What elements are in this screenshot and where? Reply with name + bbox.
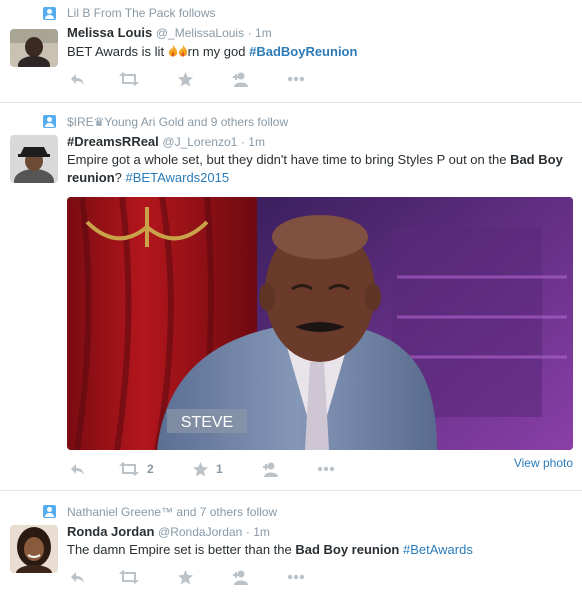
retweet-icon bbox=[119, 462, 139, 476]
star-icon bbox=[178, 569, 193, 584]
follow-context-icon bbox=[43, 505, 56, 518]
favorite-button[interactable]: 1 bbox=[193, 461, 223, 477]
tweet-context: $IRE♛Young Ari Gold and 9 others follow bbox=[67, 115, 289, 129]
user-handle[interactable]: @J_Lorenzo1 bbox=[162, 135, 237, 149]
reply-button[interactable] bbox=[70, 71, 85, 87]
display-name[interactable]: #DreamsRReal bbox=[67, 134, 159, 149]
tweet-text-part: ? bbox=[114, 170, 126, 185]
reply-icon bbox=[71, 571, 84, 583]
follow-button[interactable] bbox=[262, 461, 282, 477]
tweet-text-part: BET Awards is lit bbox=[67, 44, 168, 59]
hashtag-link[interactable]: #BETAwards2015 bbox=[126, 170, 230, 185]
display-name[interactable]: Melissa Louis bbox=[67, 25, 152, 40]
timestamp[interactable]: · 1m bbox=[241, 135, 265, 149]
tweet-context: Nathaniel Greene™ and 7 others follow bbox=[67, 505, 278, 519]
avatar[interactable] bbox=[10, 135, 58, 183]
retweet-icon bbox=[119, 570, 139, 584]
user-handle[interactable]: @RondaJordan bbox=[158, 525, 242, 539]
tweet-text: The damn Empire set is better than the B… bbox=[67, 541, 572, 559]
follow-button[interactable] bbox=[232, 569, 252, 585]
photo-image: STEVE bbox=[67, 197, 573, 450]
retweet-button[interactable] bbox=[119, 71, 139, 87]
more-button[interactable] bbox=[317, 461, 335, 477]
reply-icon bbox=[71, 73, 84, 85]
avatar-image bbox=[10, 525, 58, 573]
follow-icon bbox=[233, 570, 248, 585]
retweet-icon bbox=[119, 72, 139, 86]
tweet-item[interactable]: $IRE♛Young Ari Gold and 9 others follow … bbox=[0, 103, 582, 491]
tweet-text-part: Empire got a whole set, but they didn't … bbox=[67, 152, 511, 167]
follow-icon bbox=[233, 72, 248, 87]
view-photo-link[interactable]: View photo bbox=[514, 456, 573, 470]
more-icon bbox=[287, 574, 305, 580]
favorite-count: 1 bbox=[216, 462, 223, 476]
timestamp[interactable]: · 1m bbox=[248, 26, 272, 40]
retweet-button[interactable]: 2 bbox=[119, 461, 154, 477]
hashtag-link[interactable]: #BadBoyReunion bbox=[249, 44, 357, 59]
tweet-photo[interactable]: STEVE bbox=[67, 197, 573, 450]
tweet-context: Lil B From The Pack follows bbox=[67, 6, 216, 20]
favorite-button[interactable] bbox=[178, 569, 193, 585]
reply-icon bbox=[71, 463, 84, 475]
retweet-count: 2 bbox=[147, 462, 154, 476]
reply-button[interactable] bbox=[70, 569, 85, 585]
tweet-item[interactable]: Lil B From The Pack follows Melissa Loui… bbox=[0, 0, 582, 103]
timestamp[interactable]: · 1m bbox=[246, 525, 270, 539]
reply-button[interactable] bbox=[70, 461, 85, 477]
star-icon bbox=[178, 71, 193, 86]
tweet-text: Empire got a whole set, but they didn't … bbox=[67, 151, 572, 187]
hashtag-link[interactable]: #BetAwards bbox=[403, 542, 473, 557]
favorite-button[interactable] bbox=[178, 71, 193, 87]
more-button[interactable] bbox=[287, 71, 305, 87]
display-name[interactable]: Ronda Jordan bbox=[67, 524, 154, 539]
tweet-actions bbox=[67, 569, 367, 585]
more-button[interactable] bbox=[287, 569, 305, 585]
fire-emoji-icon bbox=[168, 45, 177, 57]
fire-emoji-icon bbox=[178, 45, 187, 57]
tweet-actions bbox=[67, 71, 367, 87]
more-icon bbox=[317, 466, 335, 472]
tweet-text-part: The damn Empire set is better than the bbox=[67, 542, 296, 557]
user-handle[interactable]: @_MelissaLouis bbox=[156, 26, 244, 40]
avatar-image bbox=[10, 135, 58, 183]
follow-button[interactable] bbox=[232, 71, 252, 87]
follow-context-icon bbox=[43, 7, 56, 20]
avatar-image bbox=[10, 29, 58, 67]
tweet-item[interactable]: Nathaniel Greene™ and 7 others follow Ro… bbox=[0, 491, 582, 606]
avatar[interactable] bbox=[10, 525, 58, 573]
follow-icon bbox=[263, 462, 278, 477]
tweet-text-part: rn my god bbox=[187, 44, 250, 59]
more-icon bbox=[287, 76, 305, 82]
star-icon bbox=[193, 461, 208, 476]
tweet-actions: 2 1 bbox=[67, 461, 377, 477]
retweet-button[interactable] bbox=[119, 569, 139, 585]
avatar[interactable] bbox=[10, 29, 58, 67]
follow-context-icon bbox=[43, 115, 56, 128]
tweet-text-bold: Bad Boy reunion bbox=[295, 542, 400, 557]
photo-caption: STEVE bbox=[181, 414, 233, 431]
tweet-text: BET Awards is lit rn my god #BadBoyReuni… bbox=[67, 43, 572, 61]
